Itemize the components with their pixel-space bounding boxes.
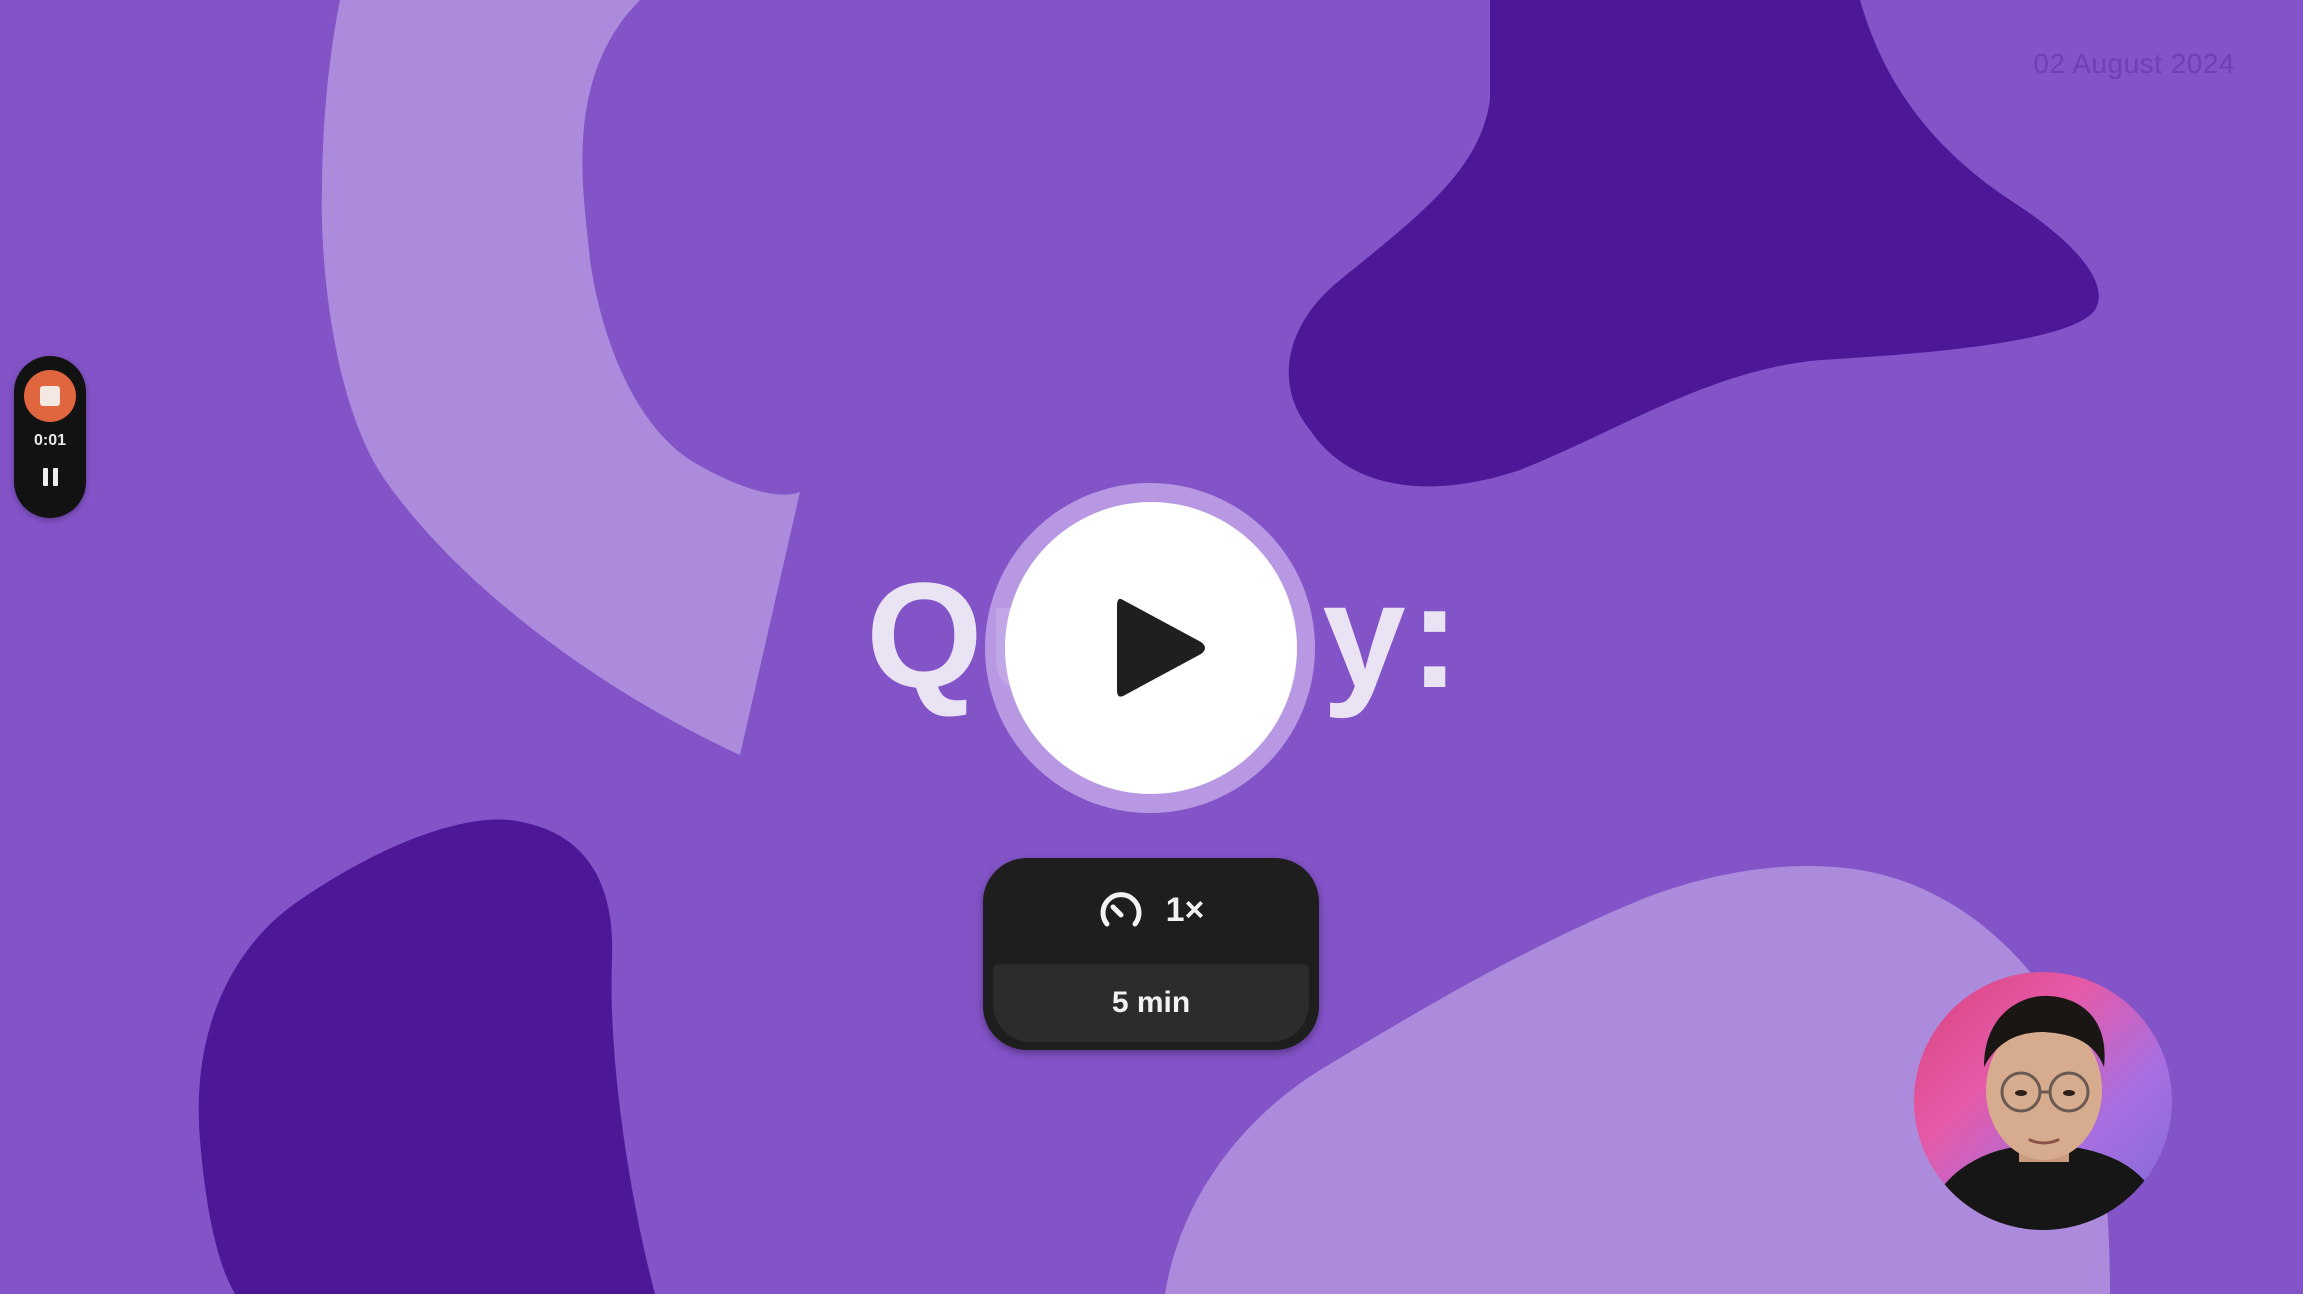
light-band-shape bbox=[321, 0, 800, 755]
pause-recording-button[interactable] bbox=[35, 462, 65, 492]
play-button[interactable] bbox=[1005, 502, 1297, 794]
dark-blob-bottom-left bbox=[198, 819, 656, 1294]
playback-speed-value: 1× bbox=[1165, 890, 1205, 929]
recording-controls: 0:01 bbox=[14, 356, 86, 518]
slide-date: 02 August 2024 bbox=[2033, 48, 2235, 79]
webcam-bubble[interactable] bbox=[1914, 972, 2172, 1230]
pause-icon bbox=[42, 468, 48, 486]
slide-canvas: 02 August 2024 Qu y: 0:01 1× 5 min bbox=[0, 0, 2303, 1294]
video-duration: 5 min bbox=[993, 964, 1309, 1042]
stop-recording-button[interactable] bbox=[24, 370, 76, 422]
gauge-icon bbox=[1100, 892, 1142, 927]
stop-icon bbox=[40, 386, 60, 406]
playback-speed-panel: 1× 5 min bbox=[983, 858, 1319, 1050]
slide-title-right: y: bbox=[1322, 551, 1464, 719]
video-duration-label: 5 min bbox=[1111, 986, 1191, 1019]
recording-timer: 0:01 bbox=[33, 432, 67, 449]
dark-blob-top-right bbox=[1288, 0, 2099, 487]
presenter-avatar bbox=[1924, 995, 2164, 1230]
playback-speed-button[interactable]: 1× bbox=[983, 858, 1319, 962]
play-icon bbox=[1117, 598, 1205, 697]
